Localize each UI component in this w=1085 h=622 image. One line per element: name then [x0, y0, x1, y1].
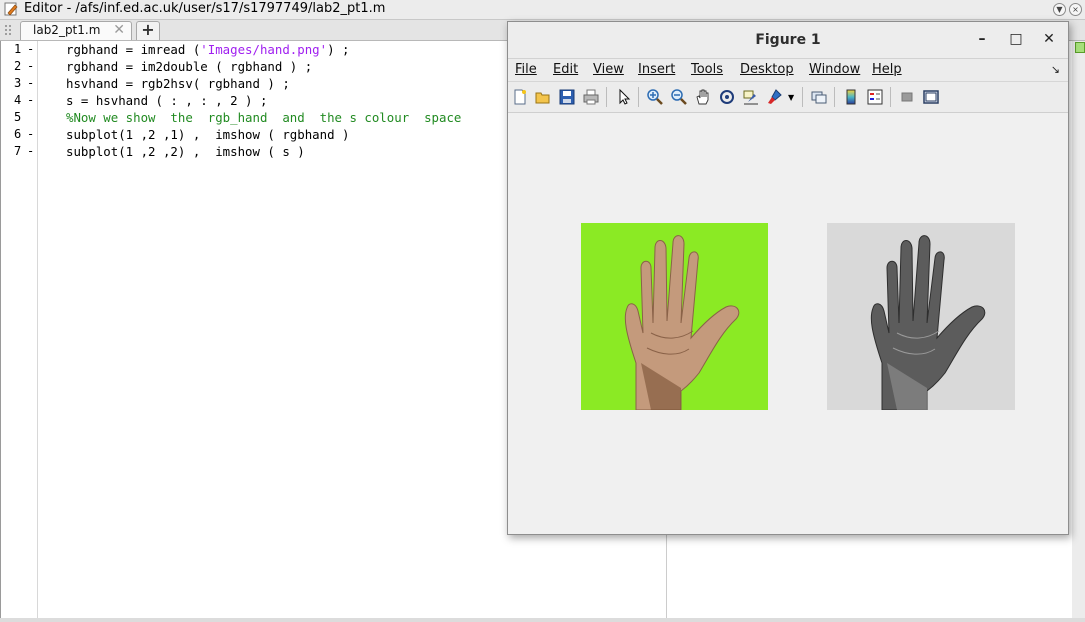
link-plot-icon[interactable]	[810, 88, 828, 106]
legend-icon[interactable]	[866, 88, 884, 106]
menu-help[interactable]: Help	[872, 62, 902, 77]
menu-file[interactable]: File	[515, 62, 537, 77]
menu-window[interactable]: Window	[809, 62, 860, 77]
toolbar-separator	[890, 87, 891, 107]
print-icon[interactable]	[582, 88, 600, 106]
line-number-text: 5	[14, 110, 22, 124]
breakpoint-dash[interactable]: -	[27, 59, 34, 73]
menu-edit[interactable]: Edit	[553, 62, 578, 77]
editor-pencil-icon	[4, 2, 18, 16]
code-analyzer-status-icon[interactable]	[1075, 42, 1085, 53]
edit-plot-arrow-icon[interactable]	[615, 88, 633, 106]
code-line[interactable]: subplot(1 ,2 ,2) , imshow ( s )	[66, 144, 305, 159]
line-number-text: 4	[14, 93, 22, 107]
figure-window[interactable]: Figure 1 – □ ✕ File Edit View Insert Too…	[507, 21, 1069, 535]
editor-scroll-rail[interactable]	[1072, 41, 1085, 618]
figure-toolbar: ▼	[508, 82, 1068, 113]
tab-label: lab2_pt1.m	[33, 23, 101, 37]
tab-close-icon[interactable]: ✕	[113, 22, 125, 39]
rotate-3d-icon[interactable]	[718, 88, 736, 106]
code-line[interactable]: rgbhand = imread ('Images/hand.png') ;	[66, 42, 350, 57]
hide-plot-tools-icon[interactable]	[898, 88, 916, 106]
breakpoint-dash[interactable]: -	[27, 42, 34, 56]
code-line[interactable]: s = hsvhand ( : , : , 2 ) ;	[66, 93, 267, 108]
saturation-hand-image[interactable]	[827, 223, 1015, 410]
code-line[interactable]: rgbhand = im2double ( rgbhand ) ;	[66, 59, 312, 74]
minimize-button[interactable]: –	[973, 30, 991, 48]
toolbar-separator	[638, 87, 639, 107]
data-cursor-icon[interactable]	[742, 88, 760, 106]
menu-desktop[interactable]: Desktop	[740, 62, 794, 77]
toolbar-separator	[802, 87, 803, 107]
breakpoint-dash[interactable]: -	[27, 144, 34, 158]
line-number-text: 2	[14, 59, 22, 73]
code-text: subplot(1 ,2 ,1) , imshow ( rgbhand )	[66, 127, 350, 142]
figure-canvas[interactable]	[508, 113, 1068, 534]
string-literal: 'Images/hand.png'	[200, 42, 328, 57]
show-plot-tools-icon[interactable]	[922, 88, 940, 106]
code-text: rgbhand = imread (	[66, 42, 201, 57]
code-text: s = hsvhand ( : , : , 2 ) ;	[66, 93, 268, 108]
menu-insert[interactable]: Insert	[638, 62, 675, 77]
editor-bottom-bar	[0, 618, 1085, 622]
editor-window-title: Editor - /afs/inf.ed.ac.uk/user/s17/s179…	[24, 1, 386, 16]
menu-tools[interactable]: Tools	[691, 62, 723, 77]
chevron-down-icon[interactable]: ▼	[1053, 3, 1066, 16]
toolbar-separator	[834, 87, 835, 107]
line-number-text: 7	[14, 144, 22, 158]
add-tab-button[interactable]: +	[136, 21, 160, 40]
code-text: subplot(1 ,2 ,2) , imshow ( s )	[66, 144, 305, 159]
code-line[interactable]: hsvhand = rgb2hsv( rgbhand ) ;	[66, 76, 290, 91]
brush-icon[interactable]	[766, 88, 784, 106]
line-number-text: 6	[14, 127, 22, 141]
open-file-icon[interactable]	[534, 88, 552, 106]
close-icon[interactable]: ×	[1069, 3, 1082, 16]
save-icon[interactable]	[558, 88, 576, 106]
editor-title-bar: Editor - /afs/inf.ed.ac.uk/user/s17/s179…	[0, 0, 1085, 20]
code-line[interactable]: %Now we show the rgb_hand and the s colo…	[66, 110, 461, 125]
zoom-out-icon[interactable]	[670, 88, 688, 106]
pan-hand-icon[interactable]	[694, 88, 712, 106]
figure-title-bar[interactable]: Figure 1 – □ ✕	[508, 22, 1068, 59]
new-figure-icon[interactable]	[511, 88, 529, 106]
code-comment: %Now we show the rgb_hand and the s colo…	[66, 110, 462, 125]
undock-arrow-icon[interactable]: ↘	[1051, 63, 1060, 76]
zoom-in-icon[interactable]	[646, 88, 664, 106]
menu-view[interactable]: View	[593, 62, 624, 77]
code-text: ) ;	[327, 42, 350, 57]
close-button[interactable]: ✕	[1040, 30, 1058, 48]
maximize-button[interactable]: □	[1007, 30, 1025, 48]
code-text: hsvhand = rgb2hsv( rgbhand ) ;	[66, 76, 290, 91]
figure-menu-bar: File Edit View Insert Tools Desktop Wind…	[508, 59, 1068, 82]
rgb-hand-image[interactable]	[581, 223, 768, 410]
breakpoint-dash[interactable]: -	[27, 127, 34, 141]
line-number-text: 1	[14, 42, 22, 56]
code-text: rgbhand = im2double ( rgbhand ) ;	[66, 59, 313, 74]
line-number-gutter: 1-2-3-4-56-7-	[1, 41, 38, 618]
breakpoint-dash[interactable]: -	[27, 76, 34, 90]
tab-lab2-pt1[interactable]: lab2_pt1.m ✕	[20, 21, 132, 40]
brush-dropdown-icon[interactable]: ▼	[788, 93, 806, 111]
code-line[interactable]: subplot(1 ,2 ,1) , imshow ( rgbhand )	[66, 127, 349, 142]
breakpoint-dash[interactable]: -	[27, 93, 34, 107]
colorbar-icon[interactable]	[842, 88, 860, 106]
grip-icon[interactable]	[4, 24, 12, 36]
toolbar-separator	[606, 87, 607, 107]
line-number-text: 3	[14, 76, 22, 90]
